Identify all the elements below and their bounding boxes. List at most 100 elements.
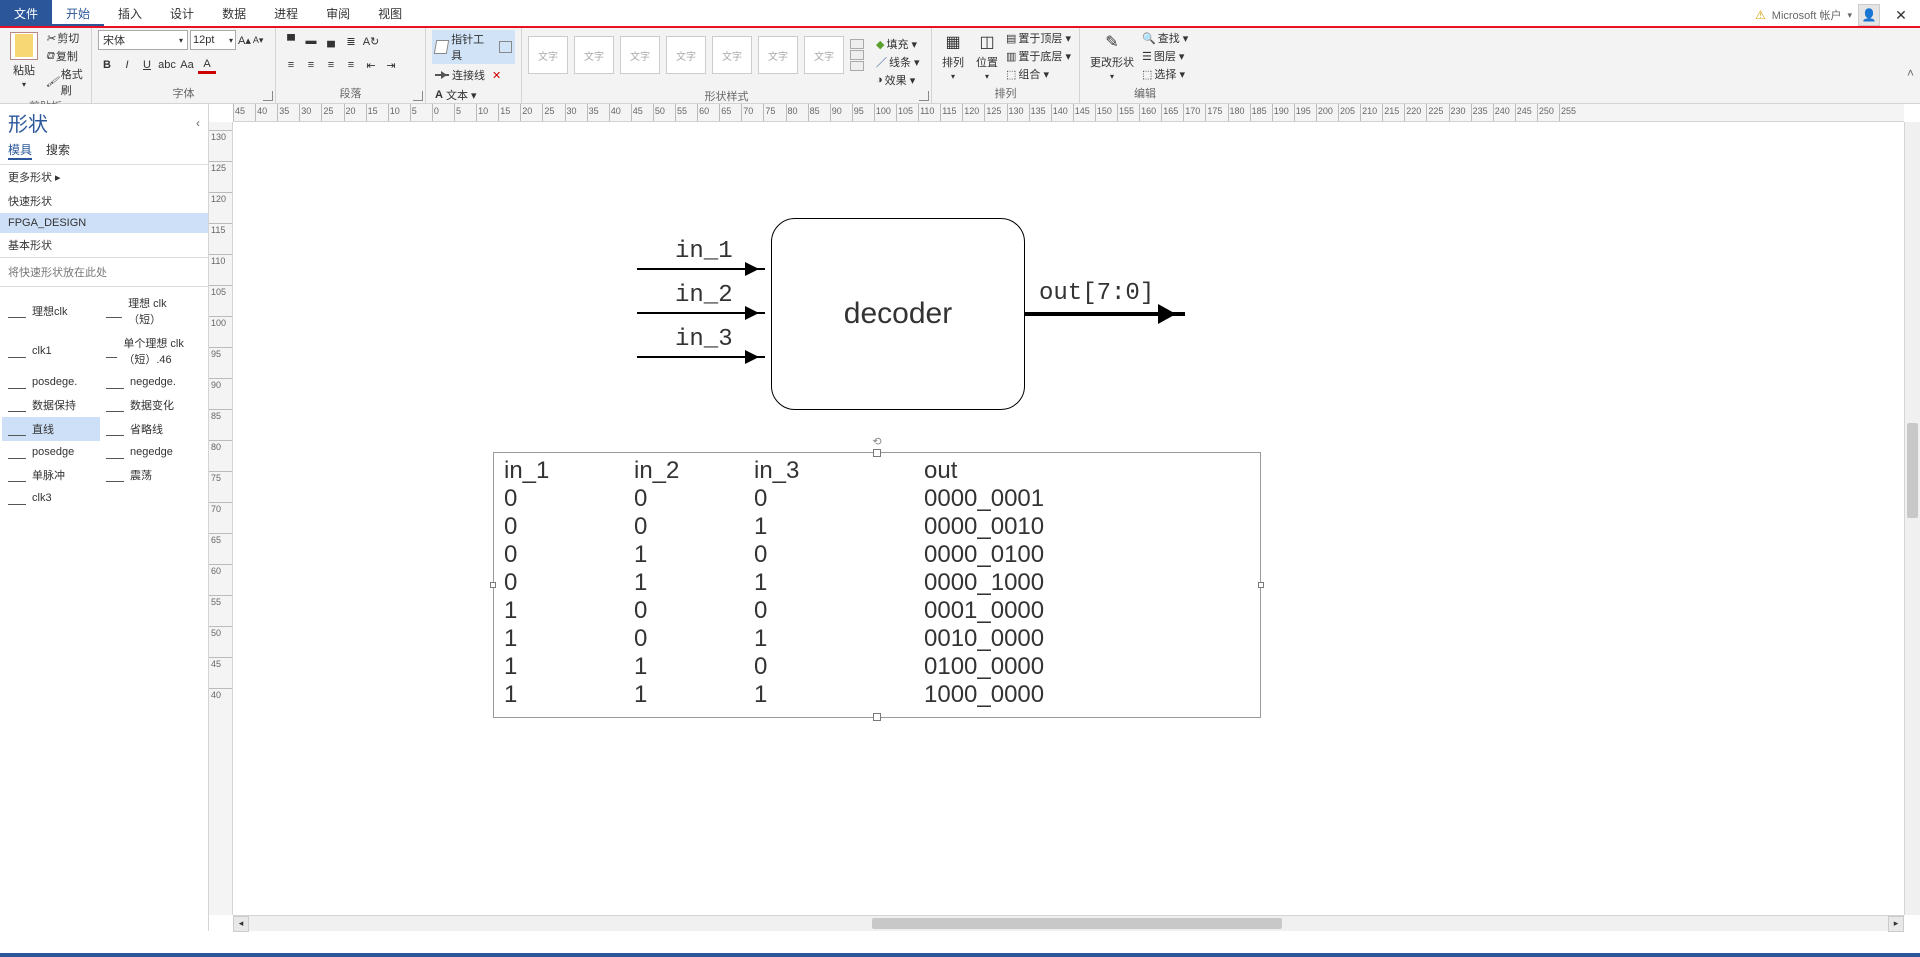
quick-shapes[interactable]: 快速形状 — [0, 189, 208, 213]
change-shape-button[interactable]: ✎更改形状▾ — [1086, 30, 1138, 83]
stencil-item[interactable]: negedge — [100, 441, 198, 463]
style-thumb[interactable]: 文字 — [666, 36, 706, 74]
account-label[interactable]: Microsoft 帐户 — [1772, 7, 1842, 23]
align-bottom[interactable]: ▄ — [322, 32, 340, 50]
stencil-item[interactable]: negedge. — [100, 371, 198, 393]
stencil-item[interactable]: 数据保持 — [2, 393, 100, 417]
truth-table-frame[interactable]: ⟲ in_1in_2in_3out0000000_00010010000_001… — [493, 452, 1261, 718]
stencil-item[interactable]: 数据变化 — [100, 393, 198, 417]
sub-stencil[interactable]: 模具 — [8, 141, 32, 160]
text-direction[interactable]: A↻ — [362, 32, 380, 50]
style-thumb[interactable]: 文字 — [758, 36, 798, 74]
style-thumb[interactable]: 文字 — [804, 36, 844, 74]
position-button[interactable]: ◫位置▾ — [972, 30, 1002, 83]
bring-front[interactable]: ▤ 置于顶层 ▾ — [1006, 30, 1071, 46]
align-left[interactable]: ≡ — [282, 56, 300, 74]
vscroll-thumb[interactable] — [1907, 423, 1918, 518]
stencil-item[interactable]: 理想clk — [2, 291, 100, 331]
stencil-item[interactable]: 震荡 — [100, 463, 198, 487]
arrow-in1[interactable] — [637, 268, 765, 270]
basic-shapes-stencil[interactable]: 基本形状 — [0, 233, 208, 257]
case-button[interactable]: Aa — [178, 56, 196, 74]
style-gallery[interactable]: 文字 文字 文字 文字 文字 文字 文字 — [528, 36, 864, 74]
stencil-item[interactable]: 省略线 — [100, 417, 198, 441]
para-dialog-launch[interactable] — [413, 91, 423, 101]
strike-button[interactable]: abc — [158, 56, 176, 74]
group-cmd[interactable]: ⬚ 组合 ▾ — [1006, 66, 1071, 82]
font-color-button[interactable]: A — [198, 56, 216, 74]
align-right[interactable]: ≡ — [322, 56, 340, 74]
fill-button[interactable]: ◆填充 ▾ — [876, 36, 920, 52]
stencil-item[interactable]: 单脉冲 — [2, 463, 100, 487]
tab-插入[interactable]: 插入 — [104, 0, 156, 26]
bullets[interactable]: ≣ — [342, 32, 360, 50]
rotate-handle-icon[interactable]: ⟲ — [872, 435, 881, 448]
grow-font[interactable]: A▴ — [238, 34, 251, 47]
style-thumb[interactable]: 文字 — [620, 36, 660, 74]
stencil-item[interactable]: posdege. — [2, 371, 100, 393]
hscroll-thumb[interactable] — [872, 918, 1282, 929]
styles-dialog-launch[interactable] — [919, 91, 929, 101]
decoder-block[interactable]: decoder — [771, 218, 1025, 410]
tool-options[interactable]: ▾ — [471, 89, 477, 102]
arrow-out[interactable] — [1025, 312, 1185, 316]
resize-handle-left[interactable] — [490, 582, 496, 588]
underline-button[interactable]: U — [138, 56, 156, 74]
layer-button[interactable]: ☰ 图层 ▾ — [1142, 48, 1188, 64]
format-painter-button[interactable]: 格式刷 — [46, 66, 85, 98]
select-button[interactable]: ⬚ 选择 ▾ — [1142, 66, 1188, 82]
connector-tool[interactable]: 连接线✕ — [432, 66, 504, 84]
indent-dec[interactable]: ⇤ — [362, 56, 380, 74]
line-button[interactable]: ／线条 ▾ — [876, 54, 920, 70]
tab-视图[interactable]: 视图 — [364, 0, 416, 26]
shape-picker[interactable] — [499, 41, 512, 53]
stencil-item[interactable]: 理想 clk（短） — [100, 291, 198, 331]
resize-handle-right[interactable] — [1258, 582, 1264, 588]
canvas[interactable]: decoder in_1 in_2 in_3 out[7:0] ⟲ in_1in… — [233, 122, 1904, 915]
effect-button[interactable]: ◑效果 ▾ — [876, 72, 920, 88]
style-thumb[interactable]: 文字 — [574, 36, 614, 74]
align-button[interactable]: ▦排列▾ — [938, 30, 968, 83]
font-name-combo[interactable]: 宋体▾ — [98, 30, 188, 50]
hscroll-left[interactable]: ◂ — [233, 916, 249, 932]
pointer-tool[interactable]: 指针工具 — [432, 30, 515, 64]
gallery-more[interactable] — [850, 39, 864, 71]
tab-数据[interactable]: 数据 — [208, 0, 260, 26]
shrink-font[interactable]: A▾ — [253, 35, 264, 46]
italic-button[interactable]: I — [118, 56, 136, 74]
indent-inc[interactable]: ⇥ — [382, 56, 400, 74]
text-tool[interactable]: A文本▾ — [432, 86, 479, 104]
justify[interactable]: ≡ — [342, 56, 360, 74]
tab-文件[interactable]: 文件 — [0, 0, 52, 26]
stencil-item[interactable]: 单个理想 clk（短）.46 — [100, 331, 198, 371]
font-size-combo[interactable]: 12pt▾ — [190, 30, 236, 50]
tab-设计[interactable]: 设计 — [156, 0, 208, 26]
tab-进程[interactable]: 进程 — [260, 0, 312, 26]
horizontal-scrollbar[interactable]: ◂ ▸ — [233, 915, 1904, 931]
align-top[interactable]: ▀ — [282, 32, 300, 50]
clear-tool[interactable]: ✕ — [492, 69, 501, 82]
send-back[interactable]: ▥ 置于底层 ▾ — [1006, 48, 1071, 64]
tab-开始[interactable]: 开始 — [52, 0, 104, 26]
vertical-scrollbar[interactable] — [1904, 122, 1920, 915]
arrow-in2[interactable] — [637, 312, 765, 314]
align-middle[interactable]: ▬ — [302, 32, 320, 50]
fpga-design-stencil[interactable]: FPGA_DESIGN — [0, 213, 208, 233]
collapse-panel[interactable]: ‹ — [196, 116, 200, 130]
paste-button[interactable]: 粘贴 ▾ — [6, 30, 42, 91]
stencil-item[interactable]: 直线 — [2, 417, 100, 441]
font-dialog-launch[interactable] — [263, 91, 273, 101]
arrow-in3[interactable] — [637, 356, 765, 358]
sub-search[interactable]: 搜索 — [46, 141, 70, 160]
find-button[interactable]: 🔍 查找 ▾ — [1142, 30, 1188, 46]
stencil-item[interactable]: clk1 — [2, 331, 100, 371]
collapse-ribbon[interactable]: ˄ — [1907, 66, 1914, 80]
align-center[interactable]: ≡ — [302, 56, 320, 74]
cut-button[interactable]: 剪切 — [46, 30, 85, 46]
more-shapes[interactable]: 更多形状 ▸ — [0, 165, 208, 189]
style-thumb[interactable]: 文字 — [712, 36, 752, 74]
style-thumb[interactable]: 文字 — [528, 36, 568, 74]
tab-审阅[interactable]: 审阅 — [312, 0, 364, 26]
account-dropdown[interactable]: ▾ — [1847, 10, 1852, 21]
stencil-item[interactable]: posedge — [2, 441, 100, 463]
